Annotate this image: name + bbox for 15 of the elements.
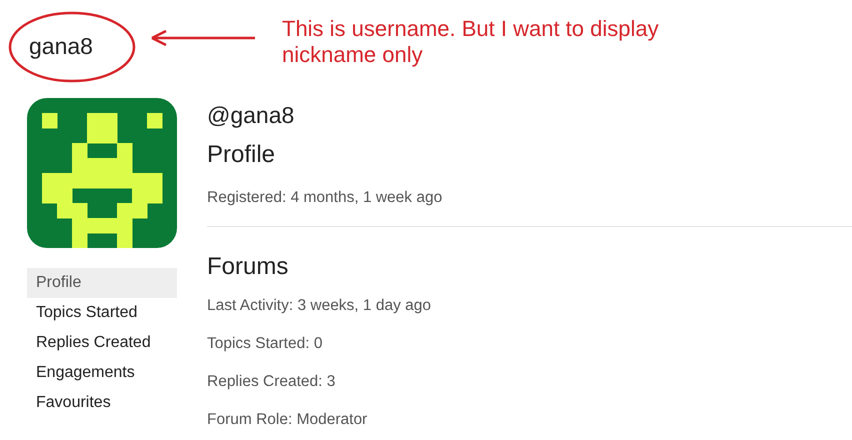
stat-text: Topics Started: 0 <box>207 334 324 354</box>
sidebar-item[interactable]: Profile <box>27 268 177 298</box>
page-title: gana8 <box>29 33 93 60</box>
section-heading: Profile <box>207 140 276 170</box>
sidebar-item[interactable]: Engagements <box>27 358 177 388</box>
stat-text: Forum Role: Moderator <box>207 410 368 430</box>
stat-text: Replies Created: 3 <box>207 372 336 392</box>
section-heading: Forums <box>207 252 290 282</box>
registered-text: Registered: 4 months, 1 week ago <box>207 188 444 208</box>
annotation-text: This is username. But I want to display nickname only <box>282 16 660 68</box>
sidebar-item[interactable]: Replies Created <box>27 328 177 358</box>
sidebar-item[interactable]: Topics Started <box>27 298 177 328</box>
sidebar-item[interactable]: Favourites <box>27 388 177 418</box>
stat-text: Last Activity: 3 weeks, 1 day ago <box>207 296 432 316</box>
profile-handle: @gana8 <box>207 101 296 130</box>
